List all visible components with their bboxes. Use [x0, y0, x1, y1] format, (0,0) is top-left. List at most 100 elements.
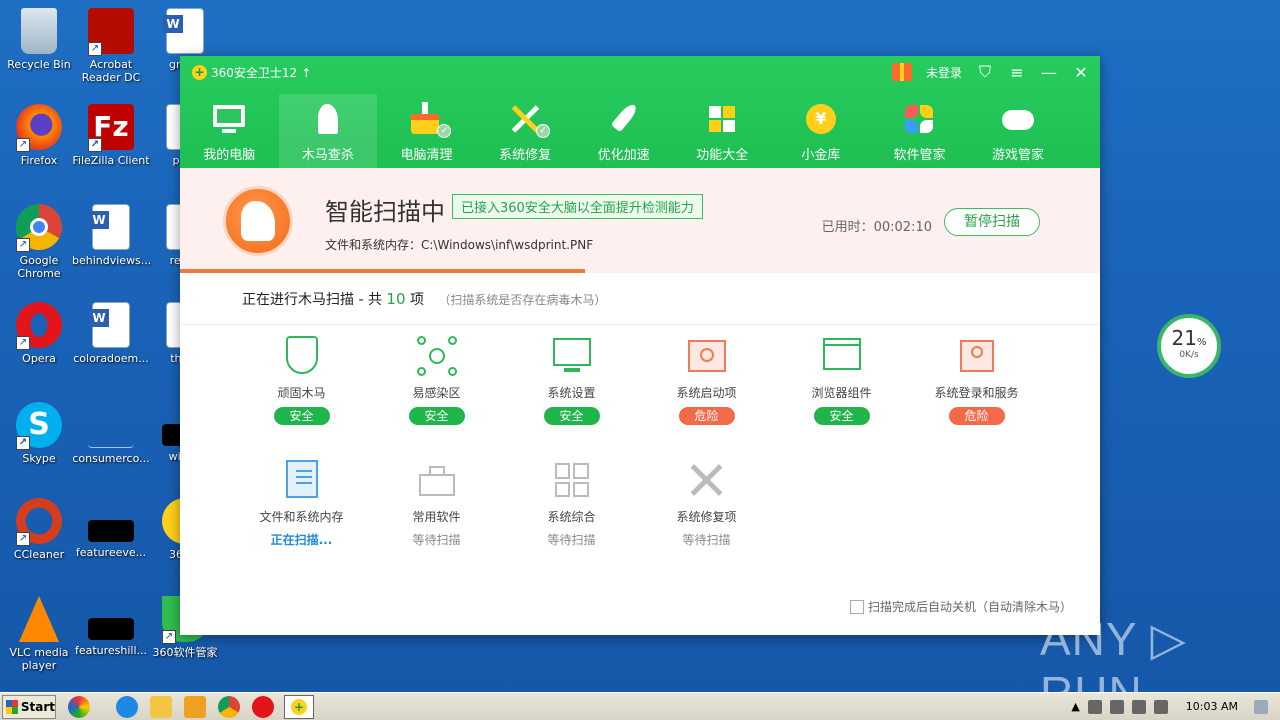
- skin-shirt-icon[interactable]: ⛉: [976, 62, 994, 82]
- tools-icon: [687, 460, 727, 500]
- opera-icon: ↗: [16, 302, 62, 350]
- nav-item-software-manager[interactable]: 软件管家: [870, 94, 969, 168]
- black-file-icon: [88, 618, 134, 640]
- login-link[interactable]: 未登录: [926, 64, 962, 81]
- nav-item-game-manager[interactable]: 游戏管家: [969, 94, 1068, 168]
- scan-summary: 正在进行木马扫描 - 共 10 项 （扫描系统是否存在病毒木马）: [180, 273, 1100, 325]
- trojan-scan-logo-icon: [223, 186, 293, 256]
- windows-icon: [552, 460, 592, 500]
- acrobat-icon: ↗: [88, 8, 134, 56]
- elapsed-time: 已用时：00:02:10: [821, 220, 932, 235]
- scan-current-file: 文件和系统内存：C:\Windows\inf\wsdprint.PNF: [325, 238, 594, 252]
- chrome-taskbar-icon[interactable]: [218, 695, 240, 718]
- desktop-icon-recycle-bin[interactable]: Recycle Bin: [0, 8, 78, 71]
- minimize-button[interactable]: —: [1040, 63, 1058, 82]
- desktop-icon-coloradoem[interactable]: W coloradoem...: [72, 302, 150, 365]
- desktop-icon-consumerco[interactable]: consumerco...: [72, 402, 150, 465]
- scan-item-stubborn-trojan[interactable]: 顽固木马 安全: [234, 336, 369, 425]
- 360-taskbar-icon[interactable]: [68, 695, 90, 718]
- scan-item-common-software[interactable]: 常用软件 等待扫描: [369, 460, 504, 548]
- desktop-icon-behindviews[interactable]: W behindviews...: [72, 204, 151, 267]
- scan-item-system-general[interactable]: 系统综合 等待扫描: [504, 460, 639, 548]
- window-header: + 360安全卫士12 ↑ 未登录 ⛉ ≡ — ✕ 我的电脑 木马查杀 ✓ 电脑…: [180, 56, 1100, 168]
- scan-item-startup[interactable]: 系统启动项 危险: [639, 336, 774, 425]
- 360-security-task-button[interactable]: +: [284, 694, 314, 719]
- scan-item-system-repair[interactable]: 系统修复项 等待扫描: [639, 460, 774, 548]
- desktop-icon-featureshill[interactable]: featureshill...: [72, 596, 150, 657]
- network-speed-ball[interactable]: 21% 0K/s: [1157, 314, 1221, 378]
- scan-progress-bar: [180, 269, 585, 273]
- word-doc-icon: W: [163, 8, 204, 54]
- gamepad-icon: [1001, 102, 1035, 136]
- vlc-icon: [19, 596, 59, 642]
- id-card-icon: [957, 336, 997, 376]
- media-player-icon[interactable]: [184, 695, 206, 718]
- scan-item-file-memory[interactable]: 文件和系统内存 正在扫描...: [234, 460, 369, 548]
- skype-icon: S ↗: [16, 402, 62, 450]
- start-button[interactable]: Start: [2, 694, 56, 719]
- blank-file-icon: [88, 402, 134, 448]
- explorer-folder-icon[interactable]: [150, 695, 172, 718]
- close-button[interactable]: ✕: [1072, 63, 1090, 82]
- scan-item-login-services[interactable]: 系统登录和服务 危险: [909, 336, 1044, 425]
- grid-icon: [705, 102, 739, 136]
- menu-icon[interactable]: ≡: [1008, 63, 1026, 82]
- 360-security-window: + 360安全卫士12 ↑ 未登录 ⛉ ≡ — ✕ 我的电脑 木马查杀 ✓ 电脑…: [180, 56, 1100, 635]
- nav-item-my-computer[interactable]: 我的电脑: [180, 94, 279, 168]
- nav-item-speedup[interactable]: 优化加速: [574, 94, 673, 168]
- word-doc-icon: W: [89, 204, 130, 250]
- wrench-icon: ✓: [508, 102, 551, 138]
- word-doc-icon: W: [89, 302, 130, 348]
- rocket-icon: [607, 101, 641, 136]
- network-nodes-icon: [416, 336, 457, 376]
- desktop-icon-opera[interactable]: ↗ Opera: [0, 302, 78, 365]
- gift-icon[interactable]: [891, 63, 912, 81]
- ie-icon[interactable]: [116, 695, 138, 718]
- desktop-icon-vlc[interactable]: VLC media player: [0, 596, 78, 672]
- scan-item-infection-zone[interactable]: 易感染区 安全: [369, 336, 504, 425]
- browser-window-icon: [822, 336, 862, 376]
- brain-tag: 已接入360安全大脑以全面提升检测能力: [452, 194, 703, 219]
- desktop-icon-filezilla[interactable]: Fz ↗ FileZilla Client: [72, 104, 150, 167]
- volume-tray-icon[interactable]: [1131, 699, 1146, 714]
- show-desktop-button[interactable]: [1254, 699, 1268, 714]
- auto-shutdown-option[interactable]: 扫描完成后自动关机（自动清除木马）: [849, 598, 1072, 615]
- nav-item-features[interactable]: 功能大全: [673, 94, 772, 168]
- keyboard-tray-icon[interactable]: [1109, 699, 1124, 714]
- upgrade-arrow-icon[interactable]: ↑: [301, 66, 311, 80]
- desktop-icon-chrome[interactable]: ↗ Google Chrome: [0, 204, 78, 280]
- desktop-icon-ccleaner[interactable]: ↗ CCleaner: [0, 498, 78, 561]
- document-icon: [282, 460, 322, 500]
- black-file-icon: [88, 520, 134, 542]
- nav-item-wallet[interactable]: ¥ 小金库: [772, 94, 871, 168]
- coin-icon: ¥: [804, 102, 838, 136]
- ccleaner-icon: ↗: [16, 498, 62, 546]
- pause-scan-button[interactable]: 暂停扫描: [944, 208, 1040, 236]
- system-tray: ▲ 10:03 AM: [1071, 699, 1280, 714]
- auto-shutdown-checkbox[interactable]: [849, 599, 864, 614]
- scan-item-system-settings[interactable]: 系统设置 安全: [504, 336, 639, 425]
- network-tray-icon[interactable]: [1087, 699, 1102, 714]
- scan-header: 智能扫描中 已接入360安全大脑以全面提升检测能力 文件和系统内存：C:\Win…: [180, 168, 1100, 273]
- opera-taskbar-icon[interactable]: [252, 695, 274, 718]
- nav-item-system-repair[interactable]: ✓ 系统修复: [476, 94, 575, 168]
- clock[interactable]: 10:03 AM: [1186, 700, 1238, 713]
- toolbox-icon: [417, 460, 457, 500]
- settings-monitor-icon: [552, 336, 592, 376]
- desktop-icon-acrobat[interactable]: ↗ Acrobat Reader DC: [72, 8, 150, 84]
- flag-tray-icon[interactable]: [1153, 699, 1168, 714]
- tray-expand-icon[interactable]: ▲: [1071, 700, 1079, 713]
- 360-task-icon: +: [291, 698, 307, 715]
- scan-item-browser-components[interactable]: 浏览器组件 安全: [774, 336, 909, 425]
- monitor-icon: [212, 102, 246, 136]
- filezilla-icon: Fz ↗: [88, 104, 134, 152]
- desktop-icon-firefox[interactable]: ↗ Firefox: [0, 104, 78, 167]
- desktop-icon-featureeve[interactable]: featureeve...: [72, 498, 150, 559]
- desktop-icon-skype[interactable]: S ↗ Skype: [0, 402, 78, 465]
- trojan-horse-icon: [311, 102, 345, 136]
- software-icon: [902, 102, 936, 136]
- window-title: + 360安全卫士12 ↑: [192, 64, 311, 81]
- nav-item-trojan-scan[interactable]: 木马查杀: [278, 94, 378, 168]
- nav-item-cleanup[interactable]: ✓ 电脑清理: [377, 94, 476, 168]
- broom-icon: ✓: [409, 102, 452, 138]
